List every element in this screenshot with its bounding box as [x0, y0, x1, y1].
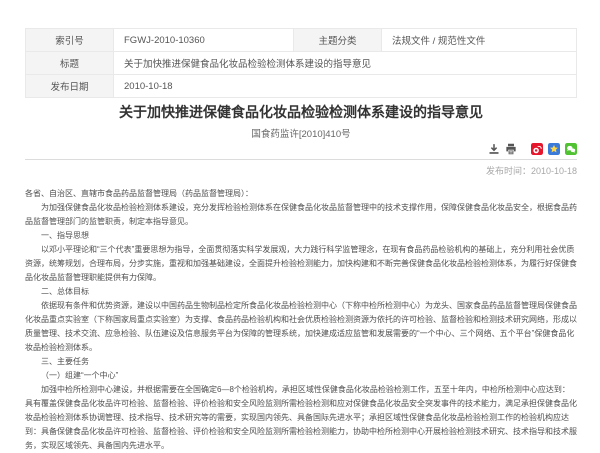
document-number: 国食药监许[2010]410号 — [25, 126, 577, 140]
meta-label-index-number: 索引号 — [26, 29, 114, 52]
paragraph-guiding-ideology: 以邓小平理论和“三个代表”重要思想为指导，全面贯彻落实科学发展观，大力践行科学监… — [25, 243, 577, 285]
meta-value-subject-category: 法规文件 / 规范性文件 — [382, 29, 577, 52]
document-page: 索引号 FGWJ-2010-10360 主题分类 法规文件 / 规范性文件 标题… — [0, 0, 600, 453]
document-meta-table: 索引号 FGWJ-2010-10360 主题分类 法规文件 / 规范性文件 标题… — [25, 28, 577, 98]
print-icon[interactable] — [505, 143, 517, 155]
paragraph-one-center: 加强中检所检测中心建设，并根据需要在全国确定6—8个检验机构，承担区域性保健食品… — [25, 383, 577, 453]
article-toolbar — [25, 143, 577, 160]
meta-label-publish-date: 发布日期 — [26, 75, 114, 98]
paragraph-preamble: 为加强保健食品化妆品检验检测体系建设，充分发挥检验检测体系在保健食品化妆品监督管… — [25, 201, 577, 229]
meta-value-publish-date: 2010-10-18 — [114, 75, 577, 98]
weibo-share-icon[interactable] — [531, 143, 543, 155]
wechat-share-icon[interactable] — [565, 143, 577, 155]
paragraph-overall-goal: 依据现有条件和优势资源，建设以中国药品生物制品检定所食品化妆品检验检测中心（下称… — [25, 299, 577, 355]
meta-label-subject-category: 主题分类 — [294, 29, 382, 52]
article-body: 各省、自治区、直辖市食品药品监督管理局（药品监督管理局）： 为加强保健食品化妆品… — [25, 187, 577, 453]
publish-time: 发布时间：2010-10-18 — [25, 164, 577, 177]
qzone-share-icon[interactable] — [548, 143, 560, 155]
meta-row-publish-date: 发布日期 2010-10-18 — [26, 75, 577, 98]
meta-value-title: 关于加快推进保健食品化妆品检验检测体系建设的指导意见 — [114, 52, 577, 75]
meta-row-title: 标题 关于加快推进保健食品化妆品检验检测体系建设的指导意见 — [26, 52, 577, 75]
subsection-heading-3-1: （一）组建“一个中心” — [25, 369, 577, 383]
section-heading-2: 二、总体目标 — [25, 285, 577, 299]
meta-label-title: 标题 — [26, 52, 114, 75]
meta-value-index-number: FGWJ-2010-10360 — [114, 29, 294, 52]
meta-row-index: 索引号 FGWJ-2010-10360 主题分类 法规文件 / 规范性文件 — [26, 29, 577, 52]
page-title: 关于加快推进保健食品化妆品检验检测体系建设的指导意见 — [25, 103, 577, 121]
download-icon[interactable] — [488, 143, 500, 155]
salutation: 各省、自治区、直辖市食品药品监督管理局（药品监督管理局）： — [25, 187, 577, 201]
section-heading-1: 一、指导思想 — [25, 229, 577, 243]
section-heading-3: 三、主要任务 — [25, 355, 577, 369]
